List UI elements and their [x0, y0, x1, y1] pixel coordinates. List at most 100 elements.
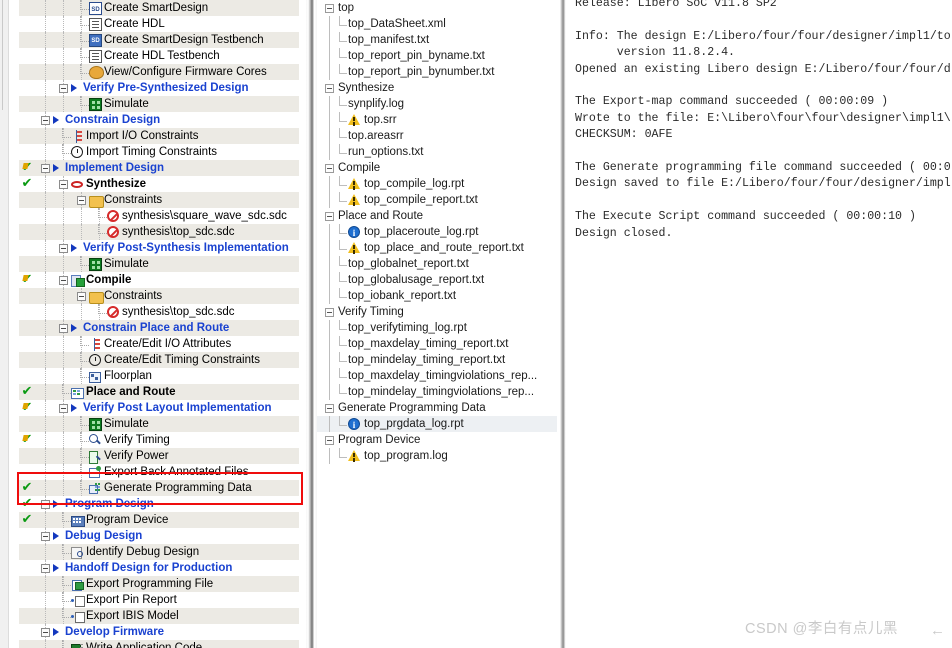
- tree-expander-collapse-icon[interactable]: [41, 116, 50, 125]
- design-flow-row[interactable]: Export Back Annotated Files: [19, 464, 299, 480]
- design-flow-row[interactable]: Verify Power: [19, 448, 299, 464]
- design-flow-row[interactable]: Constraints: [19, 288, 299, 304]
- tree-expander-collapse-icon[interactable]: [59, 180, 68, 189]
- tree-expander-collapse-icon[interactable]: [325, 212, 334, 221]
- design-flow-row[interactable]: Export Programming File: [19, 576, 299, 592]
- design-flow-row[interactable]: ✔ Compile: [19, 272, 299, 288]
- report-tree-row[interactable]: Compile: [317, 160, 557, 176]
- report-tree-row[interactable]: top_manifest.txt: [317, 32, 557, 48]
- report-tree-row[interactable]: Synthesize: [317, 80, 557, 96]
- design-flow-row[interactable]: Verify Post-Synthesis Implementation: [19, 240, 299, 256]
- report-item-label: top_compile_report.txt: [364, 194, 478, 206]
- reports-tree[interactable]: top top_DataSheet.xml top_manifest.txt top_…: [317, 0, 557, 464]
- design-flow-row[interactable]: Create/Edit I/O Attributes: [19, 336, 299, 352]
- tree-expander-collapse-icon[interactable]: [325, 164, 334, 173]
- tree-expander-collapse-icon[interactable]: [77, 196, 86, 205]
- design-flow-row[interactable]: Simulate: [19, 96, 299, 112]
- panel-splitter-right[interactable]: [557, 0, 567, 648]
- report-tree-row[interactable]: top_compile_report.txt: [317, 192, 557, 208]
- design-flow-row[interactable]: ✔ Verify Post Layout Implementation: [19, 400, 299, 416]
- tree-expander-collapse-icon[interactable]: [59, 404, 68, 413]
- design-flow-row[interactable]: Simulate: [19, 416, 299, 432]
- report-tree-row[interactable]: Place and Route: [317, 208, 557, 224]
- design-flow-row[interactable]: ✔ Synthesize: [19, 176, 299, 192]
- design-flow-row[interactable]: Verify Pre-Synthesized Design: [19, 80, 299, 96]
- report-tree-row[interactable]: top_prgdata_log.rpt: [317, 416, 557, 433]
- design-flow-row[interactable]: synthesis\top_sdc.sdc: [19, 304, 299, 320]
- report-tree-row[interactable]: Verify Timing: [317, 304, 557, 320]
- design-flow-row[interactable]: Handoff Design for Production: [19, 560, 299, 576]
- report-tree-row[interactable]: top_report_pin_byname.txt: [317, 48, 557, 64]
- design-flow-row[interactable]: Import Timing Constraints: [19, 144, 299, 160]
- design-flow-row[interactable]: Create HDL Testbench: [19, 48, 299, 64]
- design-flow-row[interactable]: Debug Design: [19, 528, 299, 544]
- design-flow-row[interactable]: Create/Edit Timing Constraints: [19, 352, 299, 368]
- report-tree-row[interactable]: synplify.log: [317, 96, 557, 112]
- design-flow-row[interactable]: Identify Debug Design: [19, 544, 299, 560]
- design-flow-row[interactable]: Create SmartDesign Testbench: [19, 32, 299, 49]
- design-flow-row[interactable]: Create SmartDesign: [19, 0, 299, 18]
- design-flow-row[interactable]: ✔ Program Device: [19, 512, 299, 528]
- report-tree-row[interactable]: top.areasrr: [317, 128, 557, 144]
- tree-expander-collapse-icon[interactable]: [325, 84, 334, 93]
- report-tree-row[interactable]: top_verifytiming_log.rpt: [317, 320, 557, 336]
- design-flow-row[interactable]: Simulate: [19, 256, 299, 272]
- report-tree-row[interactable]: top_iobank_report.txt: [317, 288, 557, 304]
- report-tree-row[interactable]: top_maxdelay_timing_report.txt: [317, 336, 557, 352]
- tree-expander-collapse-icon[interactable]: [325, 436, 334, 445]
- panel-splitter-left[interactable]: [306, 0, 317, 648]
- report-tree-row[interactable]: Program Device: [317, 432, 557, 448]
- report-tree-row[interactable]: top.srr: [317, 112, 557, 128]
- design-flow-row[interactable]: Create HDL: [19, 16, 299, 32]
- tree-expander-collapse-icon[interactable]: [59, 324, 68, 333]
- tree-expander-collapse-icon[interactable]: [325, 404, 334, 413]
- report-tree-row[interactable]: run_options.txt: [317, 144, 557, 160]
- design-flow-row[interactable]: ✔ Place and Route: [19, 384, 299, 400]
- design-flow-row[interactable]: Floorplan: [19, 368, 299, 384]
- report-tree-row[interactable]: top_mindelay_timing_report.txt: [317, 352, 557, 368]
- tree-connector: [339, 272, 347, 282]
- tree-connector: [339, 240, 347, 250]
- tree-expander-collapse-icon[interactable]: [325, 308, 334, 317]
- design-flow-row[interactable]: ✔ Verify Timing: [19, 432, 299, 448]
- design-flow-row[interactable]: Constrain Design: [19, 112, 299, 128]
- tree-expander-collapse-icon[interactable]: [41, 532, 50, 541]
- report-tree-row[interactable]: top_placeroute_log.rpt: [317, 224, 557, 241]
- design-flow-row[interactable]: Constrain Place and Route: [19, 320, 299, 336]
- report-tree-row[interactable]: top_globalnet_report.txt: [317, 256, 557, 272]
- design-flow-row[interactable]: synthesis\square_wave_sdc.sdc: [19, 208, 299, 224]
- report-tree-row[interactable]: top_globalusage_report.txt: [317, 272, 557, 288]
- design-flow-row[interactable]: Import I/O Constraints: [19, 128, 299, 144]
- tree-expander-collapse-icon[interactable]: [59, 244, 68, 253]
- tree-connector: [80, 352, 89, 362]
- tree-expander-collapse-icon[interactable]: [59, 84, 68, 93]
- report-tree-row[interactable]: top_report_pin_bynumber.txt: [317, 64, 557, 80]
- report-tree-row[interactable]: Generate Programming Data: [317, 400, 557, 416]
- report-tree-row[interactable]: top: [317, 0, 557, 16]
- design-flow-row[interactable]: Export Pin Report: [19, 592, 299, 608]
- design-flow-row[interactable]: synthesis\top_sdc.sdc: [19, 224, 299, 240]
- design-flow-row[interactable]: ✔ Program Design: [19, 496, 299, 512]
- tree-expander-collapse-icon[interactable]: [325, 4, 334, 13]
- tree-expander-collapse-icon[interactable]: [41, 628, 50, 637]
- tree-expander-collapse-icon[interactable]: [41, 500, 50, 509]
- report-tree-row[interactable]: top_program.log: [317, 448, 557, 464]
- tree-expander-collapse-icon[interactable]: [41, 164, 50, 173]
- report-tree-row[interactable]: top_DataSheet.xml: [317, 16, 557, 32]
- report-tree-row[interactable]: top_mindelay_timingviolations_rep...: [317, 384, 557, 400]
- design-flow-row[interactable]: Export IBIS Model: [19, 608, 299, 624]
- design-flow-row[interactable]: Constraints: [19, 192, 299, 208]
- design-flow-row[interactable]: Write Application Code: [19, 640, 299, 648]
- tree-expander-collapse-icon[interactable]: [77, 292, 86, 301]
- report-tree-row[interactable]: top_place_and_route_report.txt: [317, 240, 557, 256]
- design-flow-tree[interactable]: Create SmartDesign Create HDL Create Smart…: [19, 0, 299, 648]
- report-tree-row[interactable]: top_maxdelay_timingviolations_rep...: [317, 368, 557, 384]
- tree-expander-collapse-icon[interactable]: [59, 276, 68, 285]
- report-tree-row[interactable]: top_compile_log.rpt: [317, 176, 557, 192]
- design-flow-row[interactable]: Develop Firmware: [19, 624, 299, 640]
- tree-expander-collapse-icon[interactable]: [41, 564, 50, 573]
- arrow-right-icon: [71, 84, 77, 92]
- design-flow-row[interactable]: View/Configure Firmware Cores: [19, 64, 299, 80]
- design-flow-row[interactable]: ✔ Implement Design: [19, 160, 299, 176]
- design-flow-row[interactable]: ✔ Generate Programming Data: [19, 480, 299, 496]
